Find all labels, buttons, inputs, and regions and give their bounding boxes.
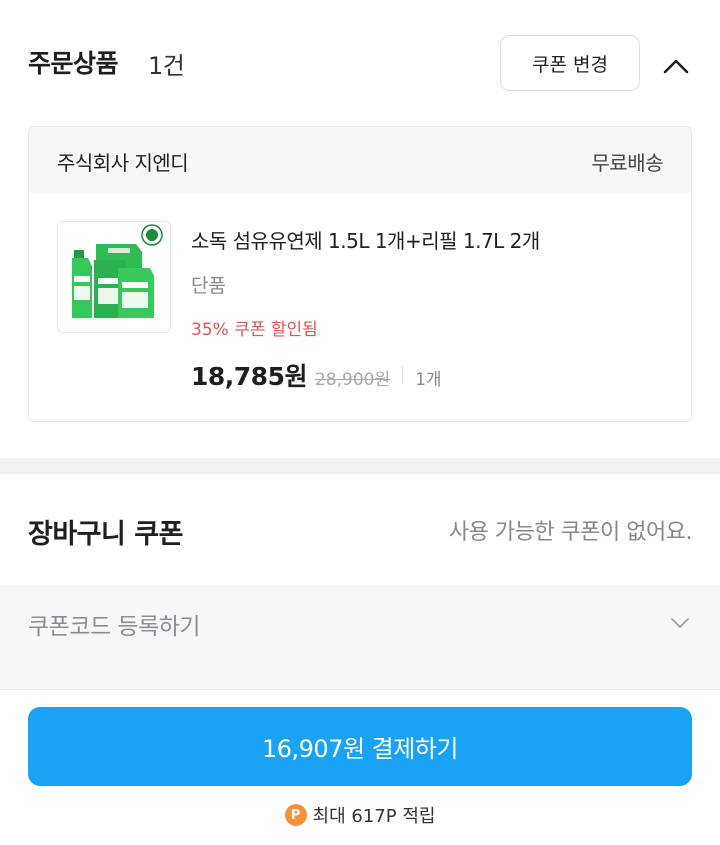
product-option: 단품 (191, 275, 226, 297)
cart-coupon-title: 장바구니 쿠폰 (28, 519, 183, 550)
seller-name: 주식회사 지엔디 (57, 151, 189, 175)
chevron-down-icon (671, 618, 689, 628)
order-products-title: 주문상품 (28, 49, 119, 78)
quantity: 1개 (415, 370, 442, 390)
collapse-toggle[interactable] (656, 46, 696, 86)
seller-card: 주식회사 지엔디 무료배송 소독 섬유유연제 1.5L 1개+리필 1.7L 2… (28, 126, 692, 422)
product-thumbnail[interactable] (57, 221, 171, 333)
pay-button[interactable]: 16,907원 결제하기 (28, 707, 692, 786)
seller-header: 주식회사 지엔디 무료배송 (29, 127, 691, 193)
order-page: 주문상품 1건 쿠폰 변경 주식회사 지엔디 무료배송 소독 섬유유연제 1.5… (0, 0, 720, 845)
chevron-up-icon (663, 59, 689, 74)
section-divider-2 (0, 659, 720, 689)
product-name[interactable]: 소독 섬유유연제 1.5L 1개+리필 1.7L 2개 (191, 225, 540, 254)
coupon-discount-label: 35% 쿠폰 할인됨 (191, 320, 318, 340)
shipping-fee: 무료배송 (591, 151, 663, 175)
section-divider (0, 458, 720, 474)
points-text: 최대 617P 적립 (312, 806, 436, 827)
coupon-change-button[interactable]: 쿠폰 변경 (500, 35, 640, 91)
points-info: P 최대 617P 적립 (0, 801, 720, 829)
original-price: 28,900원 (314, 370, 391, 390)
coupon-code-register-row[interactable]: 쿠폰코드 등록하기 (0, 585, 720, 659)
product-bottles-image (72, 224, 163, 318)
order-products-header: 주문상품 1건 쿠폰 변경 (0, 0, 720, 126)
bottom-bar-border (0, 689, 720, 690)
price-row: 18,785원 28,900원 1개 (191, 357, 442, 393)
coupon-code-label: 쿠폰코드 등록하기 (28, 614, 201, 640)
price-divider (402, 366, 404, 384)
sale-price: 18,785원 (191, 362, 307, 391)
points-icon: P (284, 804, 307, 826)
order-products-count: 1건 (148, 52, 185, 80)
cart-coupon-status: 사용 가능한 쿠폰이 없어요. (448, 520, 693, 545)
